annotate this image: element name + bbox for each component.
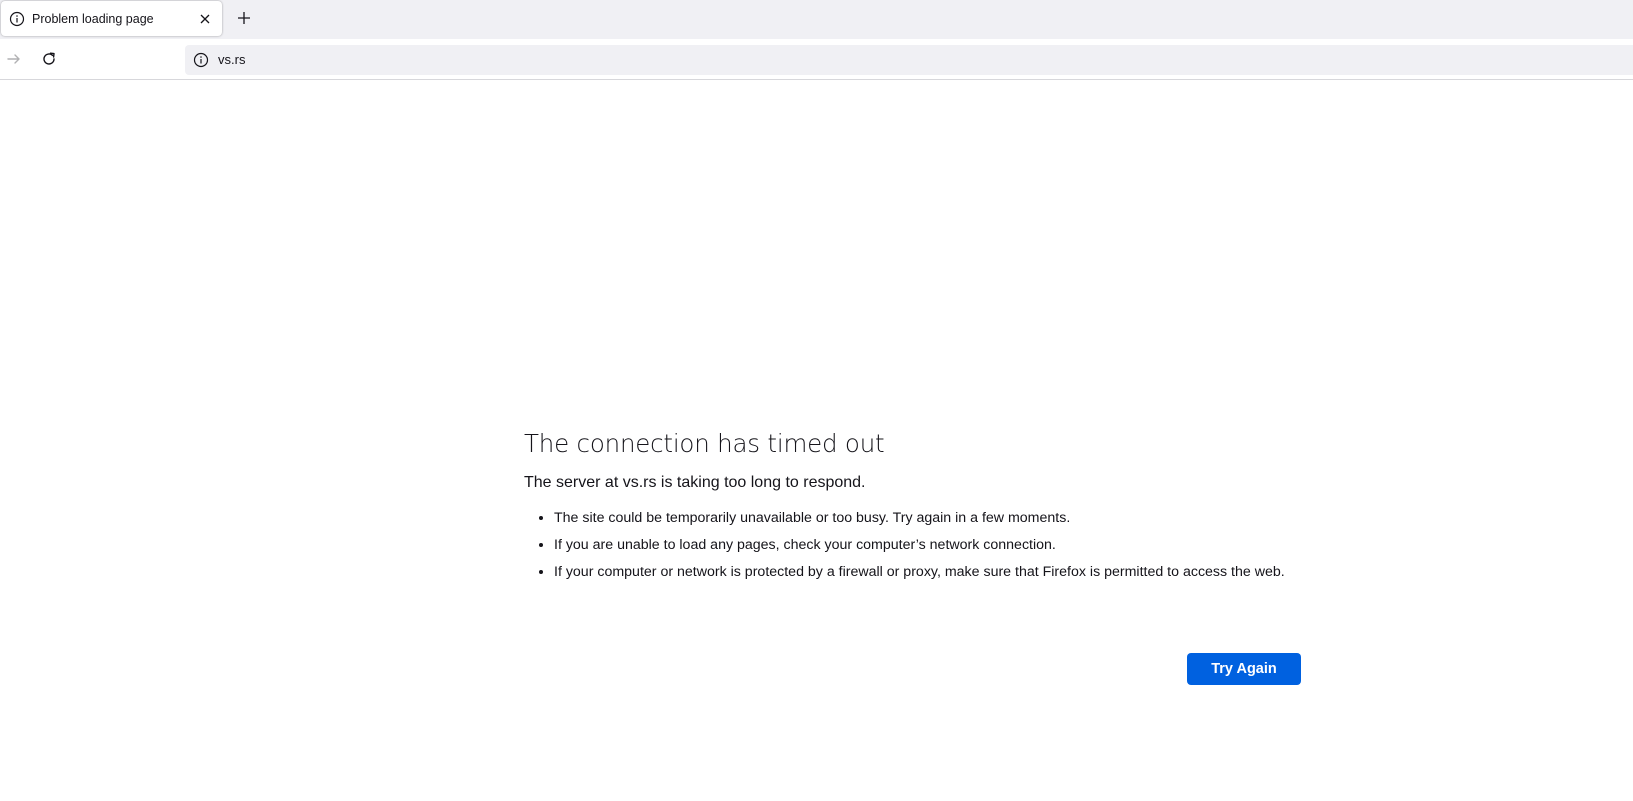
try-again-button[interactable]: Try Again	[1187, 653, 1301, 685]
error-page: The connection has timed out The server …	[524, 424, 1304, 685]
list-item: If your computer or network is protected…	[554, 562, 1304, 582]
plus-icon[interactable]	[235, 9, 253, 27]
navigation-toolbar: vs.rs	[0, 39, 1633, 80]
info-icon[interactable]	[193, 52, 209, 68]
list-item: The site could be temporarily unavailabl…	[554, 508, 1304, 528]
tab-problem-loading-page[interactable]: Problem loading page	[1, 1, 222, 36]
info-icon	[9, 11, 25, 27]
error-subtitle: The server at vs.rs is taking too long t…	[524, 474, 866, 491]
error-suggestions-list: The site could be temporarily unavailabl…	[524, 508, 1304, 582]
close-icon[interactable]	[197, 11, 213, 27]
error-title: The connection has timed out	[524, 429, 885, 458]
tab-strip: Problem loading page	[0, 0, 1633, 39]
list-item: If you are unable to load any pages, che…	[554, 535, 1304, 555]
url-bar[interactable]: vs.rs	[185, 45, 1633, 75]
reload-icon[interactable]	[39, 49, 59, 69]
tab-title: Problem loading page	[32, 12, 154, 26]
url-text[interactable]: vs.rs	[218, 52, 245, 68]
arrow-right-icon[interactable]	[4, 49, 24, 69]
